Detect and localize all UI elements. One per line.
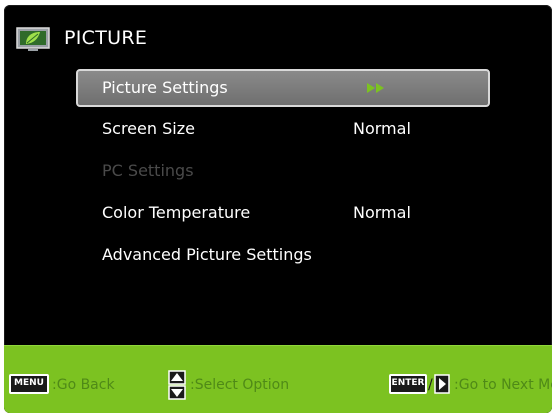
go-back-hint: :Go Back: [52, 377, 115, 393]
next-menu-hint: :Go to Next Menu: [454, 377, 552, 393]
select-option-hint: :Select Option: [190, 377, 290, 393]
menu-item-label: PC Settings: [102, 161, 194, 180]
menu-item-picture-settings[interactable]: Picture Settings: [76, 69, 490, 107]
menu-item-label: Picture Settings: [102, 78, 228, 97]
menu-item-color-temperature[interactable]: Color Temperature Normal: [76, 195, 490, 231]
footer-help-bar: MENU :Go Back :Select Option ENTER / :Go…: [4, 345, 552, 413]
menu-item-label: Advanced Picture Settings: [102, 245, 312, 264]
header: PICTURE: [4, 5, 552, 61]
menu-item-value: Normal: [353, 119, 411, 138]
leaf-picture-icon: [16, 27, 50, 51]
footer-hints: MENU :Go Back :Select Option ENTER / :Go…: [4, 370, 552, 400]
menu-item-value: Normal: [353, 203, 411, 222]
menu-key-icon: MENU: [9, 374, 49, 394]
key-separator: /: [428, 377, 433, 393]
enter-key-icon: ENTER: [389, 374, 427, 394]
menu-item-label: Screen Size: [102, 119, 195, 138]
menu-item-screen-size[interactable]: Screen Size Normal: [76, 111, 490, 147]
up-down-arrow-icon: [168, 370, 186, 400]
tv-frame: PICTURE Picture Settings Screen Size Nor…: [0, 0, 556, 418]
double-arrow-right-icon: [367, 83, 384, 93]
menu-item-advanced-picture-settings[interactable]: Advanced Picture Settings: [76, 237, 490, 273]
osd-panel: PICTURE Picture Settings Screen Size Nor…: [4, 5, 552, 413]
page-title: PICTURE: [64, 27, 148, 49]
menu-item-label: Color Temperature: [102, 203, 251, 222]
menu-item-pc-settings: PC Settings: [76, 153, 490, 189]
right-arrow-key-icon: [434, 374, 450, 394]
